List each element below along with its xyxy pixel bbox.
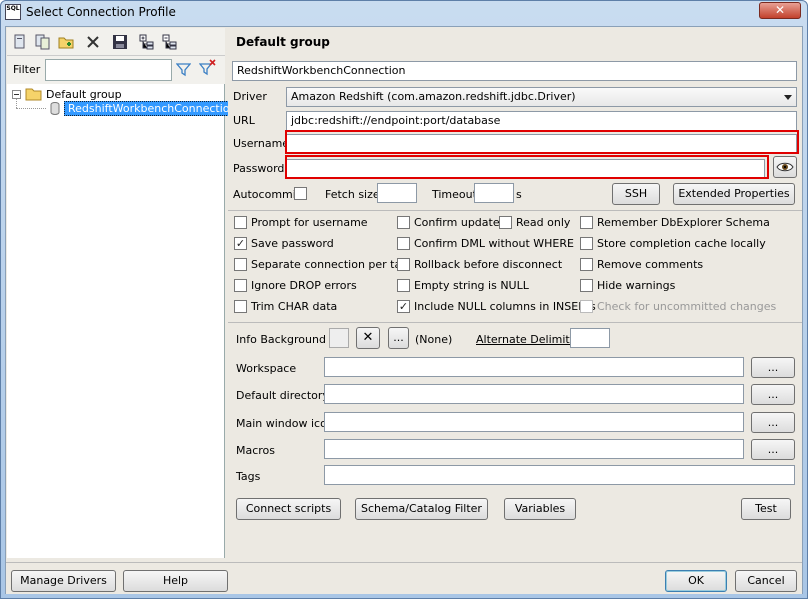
separate-connection-checkbox[interactable]: Separate connection per tab bbox=[234, 258, 408, 271]
hide-warnings-checkbox[interactable]: Hide warnings bbox=[580, 279, 675, 292]
dialog-body: Filter Default group RedshiftWorkbenchCo… bbox=[5, 26, 803, 594]
pick-color-button[interactable]: ... bbox=[388, 327, 409, 349]
color-swatch[interactable] bbox=[329, 328, 349, 348]
color-none-label: (None) bbox=[415, 333, 453, 346]
tree-group-label: Default group bbox=[46, 88, 122, 101]
check-uncommitted-checkbox[interactable]: Check for uncommitted changes bbox=[580, 300, 776, 313]
copy-profile-icon[interactable] bbox=[34, 33, 52, 51]
collapse-icon[interactable] bbox=[161, 33, 179, 51]
profile-tree-panel: Filter Default group RedshiftWorkbenchCo… bbox=[7, 28, 241, 558]
connect-scripts-button[interactable]: Connect scripts bbox=[236, 498, 341, 520]
ok-button[interactable]: OK bbox=[665, 570, 727, 592]
fetch-size-input[interactable] bbox=[377, 183, 417, 203]
workspace-label: Workspace bbox=[236, 362, 297, 375]
main-window-icon-label: Main window icon bbox=[236, 417, 334, 430]
confirm-updates-checkbox[interactable]: Confirm updates bbox=[397, 216, 505, 229]
timeout-input[interactable] bbox=[474, 183, 514, 203]
alternate-delimiter-input[interactable] bbox=[570, 328, 610, 348]
password-highlight bbox=[285, 155, 769, 179]
remove-comments-checkbox[interactable]: Remove comments bbox=[580, 258, 703, 271]
window-title: Select Connection Profile bbox=[26, 5, 176, 19]
default-directory-label: Default directory bbox=[236, 389, 329, 402]
macros-input[interactable] bbox=[324, 439, 744, 459]
app-icon: SQL bbox=[5, 4, 21, 20]
tags-input[interactable] bbox=[324, 465, 795, 485]
info-background-label: Info Background bbox=[236, 333, 326, 346]
chevron-down-icon bbox=[784, 95, 792, 100]
rollback-before-disconnect-checkbox[interactable]: Rollback before disconnect bbox=[397, 258, 562, 271]
main-window-icon-browse-button[interactable]: ... bbox=[751, 412, 795, 433]
delete-icon[interactable] bbox=[84, 33, 102, 51]
schema-catalog-filter-button[interactable]: Schema/Catalog Filter bbox=[355, 498, 488, 520]
workspace-input[interactable] bbox=[324, 357, 744, 377]
include-null-columns-checkbox[interactable]: ✓ Include NULL columns in INSERTs bbox=[397, 300, 596, 313]
default-directory-input[interactable] bbox=[324, 384, 744, 404]
clear-filter-icon[interactable] bbox=[198, 59, 217, 80]
filter-label: Filter bbox=[13, 63, 41, 76]
username-highlight bbox=[285, 130, 799, 154]
empty-string-null-checkbox[interactable]: Empty string is NULL bbox=[397, 279, 529, 292]
title-bar[interactable]: SQL Select Connection Profile ✕ bbox=[1, 1, 807, 25]
remember-dbexplorer-schema-checkbox[interactable]: Remember DbExplorer Schema bbox=[580, 216, 770, 229]
dialog-window: SQL Select Connection Profile ✕ Filter D… bbox=[0, 0, 808, 599]
filter-row: Filter bbox=[7, 56, 225, 84]
macros-browse-button[interactable]: ... bbox=[751, 439, 795, 460]
save-password-checkbox[interactable]: ✓ Save password bbox=[234, 237, 334, 250]
driver-label: Driver bbox=[233, 90, 267, 103]
new-profile-icon[interactable] bbox=[11, 33, 29, 51]
profile-editor-panel: Default group RedshiftWorkbenchConnectio… bbox=[228, 28, 802, 558]
main-window-icon-input[interactable] bbox=[324, 412, 744, 432]
eye-icon bbox=[776, 162, 794, 172]
folder-icon bbox=[25, 88, 42, 101]
clear-color-button[interactable]: ✕ bbox=[356, 327, 380, 349]
macros-label: Macros bbox=[236, 444, 276, 457]
ignore-drop-errors-checkbox[interactable]: Ignore DROP errors bbox=[234, 279, 357, 292]
ssh-button[interactable]: SSH bbox=[612, 183, 660, 205]
url-label: URL bbox=[233, 114, 255, 127]
show-password-button[interactable] bbox=[773, 156, 797, 178]
timeout-label: Timeout bbox=[432, 188, 477, 201]
tree-profile-label: RedshiftWorkbenchConnection bbox=[64, 101, 241, 116]
group-header: Default group bbox=[236, 35, 330, 49]
database-icon bbox=[50, 102, 60, 115]
timeout-unit: s bbox=[516, 188, 522, 201]
tags-label: Tags bbox=[236, 470, 261, 483]
variables-button[interactable]: Variables bbox=[504, 498, 576, 520]
store-completion-cache-checkbox[interactable]: Store completion cache locally bbox=[580, 237, 766, 250]
username-label: Username bbox=[233, 137, 290, 150]
filter-input[interactable] bbox=[45, 59, 172, 81]
default-directory-browse-button[interactable]: ... bbox=[751, 384, 795, 405]
profile-toolbar bbox=[7, 28, 225, 56]
help-button[interactable]: Help bbox=[123, 570, 228, 592]
autocommit-checkbox[interactable] bbox=[294, 187, 311, 200]
tree-collapse-toggle-icon[interactable] bbox=[12, 90, 21, 99]
new-group-icon[interactable] bbox=[57, 33, 75, 51]
alternate-delimiter-link[interactable]: Alternate Delimiter bbox=[476, 333, 581, 346]
password-label: Password bbox=[233, 162, 285, 175]
autocommit-label: Autocommit bbox=[233, 188, 301, 201]
read-only-checkbox[interactable]: Read only bbox=[499, 216, 570, 229]
extended-properties-button[interactable]: Extended Properties bbox=[673, 183, 795, 205]
close-icon: ✕ bbox=[362, 330, 374, 345]
workspace-browse-button[interactable]: ... bbox=[751, 357, 795, 378]
url-input[interactable]: jdbc:redshift://endpoint:port/database bbox=[286, 111, 797, 131]
confirm-dml-checkbox[interactable]: Confirm DML without WHERE bbox=[397, 237, 574, 250]
cancel-button[interactable]: Cancel bbox=[735, 570, 797, 592]
manage-drivers-button[interactable]: Manage Drivers bbox=[11, 570, 116, 592]
save-icon[interactable] bbox=[111, 33, 129, 51]
expand-icon[interactable] bbox=[138, 33, 156, 51]
trim-char-data-checkbox[interactable]: Trim CHAR data bbox=[234, 300, 337, 313]
driver-select-value: Amazon Redshift (com.amazon.redshift.jdb… bbox=[291, 90, 576, 103]
profile-name-input[interactable]: RedshiftWorkbenchConnection bbox=[232, 61, 797, 81]
dialog-footer: Manage Drivers Help OK Cancel bbox=[6, 562, 802, 594]
filter-icon[interactable] bbox=[175, 62, 192, 80]
driver-select[interactable]: Amazon Redshift (com.amazon.redshift.jdb… bbox=[286, 87, 797, 107]
close-button[interactable]: ✕ bbox=[759, 2, 801, 19]
fetch-size-label: Fetch size bbox=[325, 188, 380, 201]
prompt-username-checkbox[interactable]: Prompt for username bbox=[234, 216, 368, 229]
test-button[interactable]: Test bbox=[741, 498, 791, 520]
